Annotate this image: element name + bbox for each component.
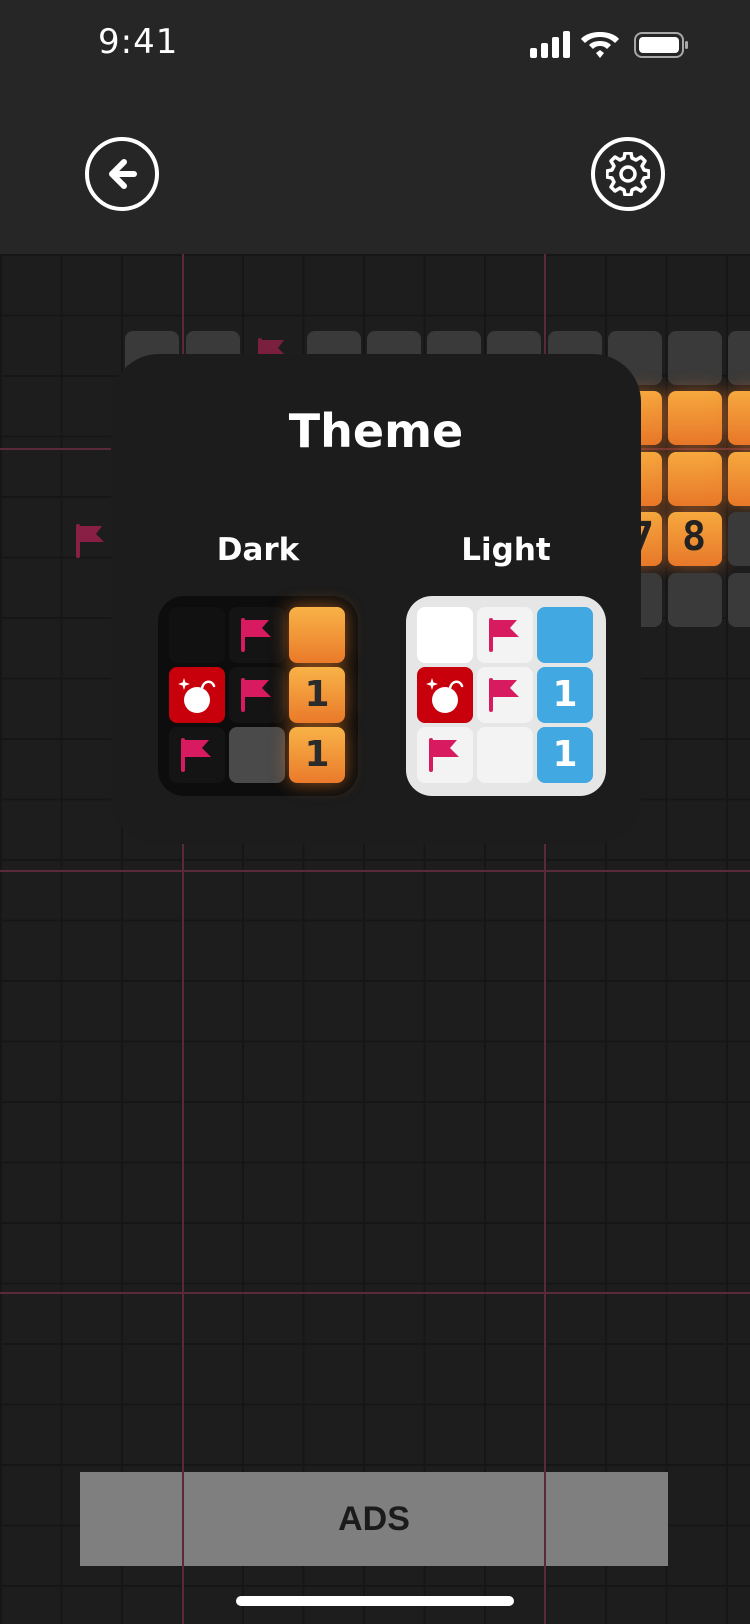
preview-number: 1 (552, 674, 578, 715)
preview-cell-flag (477, 607, 533, 663)
preview-cell-unrevealed (477, 727, 533, 783)
preview-number: 1 (552, 734, 578, 775)
flag-icon (489, 618, 519, 652)
theme-modal: Theme Dark Light 1 1 1 1 (111, 354, 641, 844)
wifi-icon (581, 32, 619, 58)
board-tile[interactable] (728, 573, 750, 627)
flag-icon (429, 738, 459, 772)
board-tile[interactable] (728, 331, 750, 385)
preview-number: 1 (304, 674, 330, 715)
ads-banner[interactable]: ADS (80, 1472, 668, 1566)
preview-cell-bomb (169, 667, 225, 723)
board-tile-revealed (728, 452, 750, 506)
theme-label-dark: Dark (216, 532, 300, 568)
board-tile-revealed (668, 391, 722, 445)
board-tile[interactable] (668, 331, 722, 385)
settings-button[interactable] (591, 137, 665, 211)
board-tile-revealed (728, 391, 750, 445)
theme-option-dark[interactable]: 1 1 (158, 596, 358, 796)
flag-icon (241, 618, 271, 652)
status-time: 9:41 (98, 22, 179, 62)
board-tile-revealed (668, 452, 722, 506)
battery-icon (634, 32, 688, 58)
status-icons (530, 31, 688, 58)
bomb-icon (178, 678, 216, 713)
preview-cell-revealed (537, 607, 593, 663)
preview-cell-flag (169, 727, 225, 783)
signal-icon (530, 31, 570, 58)
flag-icon (76, 524, 104, 558)
preview-cell-empty (417, 607, 473, 663)
preview-cell-flag (477, 667, 533, 723)
preview-cell-flag (229, 667, 285, 723)
board-number: 8 (682, 514, 707, 560)
theme-option-light[interactable]: 1 1 (406, 596, 606, 796)
preview-number: 1 (304, 734, 330, 775)
flag-icon (489, 678, 519, 712)
modal-title: Theme (288, 404, 464, 458)
back-button[interactable] (85, 137, 159, 211)
preview-cell-unrevealed (229, 727, 285, 783)
preview-cell-number: 1 (537, 667, 593, 723)
preview-cell-number: 1 (289, 667, 345, 723)
preview-cell-empty (169, 607, 225, 663)
arrow-left-icon (109, 159, 137, 189)
flag-icon (181, 738, 211, 772)
preview-cell-flag (229, 607, 285, 663)
top-bar: 9:41 (0, 0, 750, 254)
home-indicator (236, 1596, 514, 1606)
theme-label-light: Light (461, 532, 551, 568)
preview-cell-number: 1 (537, 727, 593, 783)
bomb-icon (426, 678, 464, 713)
preview-cell-bomb (417, 667, 473, 723)
board-tile[interactable] (668, 573, 722, 627)
board-tile[interactable] (728, 512, 750, 566)
preview-cell-flag (417, 727, 473, 783)
preview-cell-number: 1 (289, 727, 345, 783)
gear-icon (606, 152, 650, 196)
flag-icon (241, 678, 271, 712)
preview-cell-revealed (289, 607, 345, 663)
